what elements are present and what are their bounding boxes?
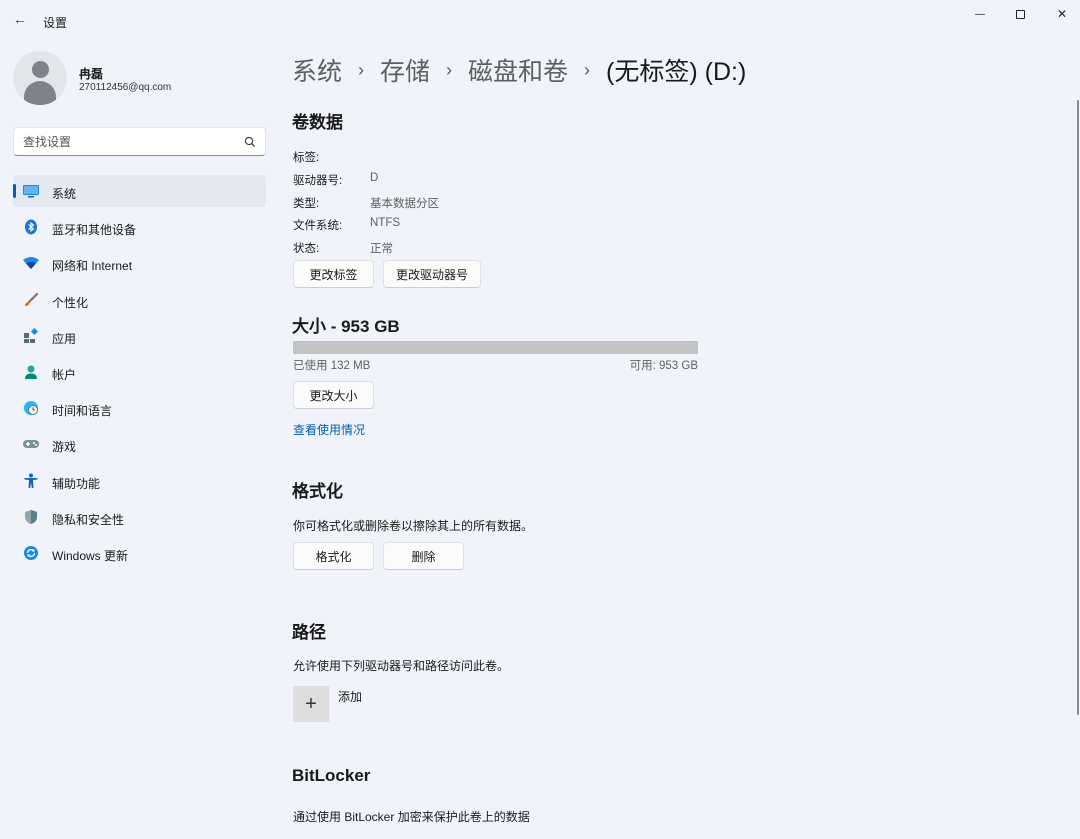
- back-button[interactable]: ←: [10, 9, 30, 29]
- breadcrumb: 系统 › 存储 › 磁盘和卷 › (无标签) (D:): [292, 52, 746, 88]
- used-space-text: 已使用 132 MB: [293, 360, 371, 372]
- close-button[interactable]: ✕: [1039, 4, 1080, 24]
- maximize-button[interactable]: [997, 4, 1043, 24]
- sidebar-item-label: 隐私和安全性: [52, 512, 125, 527]
- drive-letter-label: 驱动器号:: [293, 175, 343, 187]
- sidebar-item-label: 时间和语言: [52, 404, 113, 419]
- app-title: 设置: [43, 16, 68, 30]
- title-bar: ← 设置 — ✕: [0, 0, 1080, 40]
- resize-button[interactable]: 更改大小: [293, 381, 374, 409]
- minimize-icon: —: [975, 8, 985, 20]
- user-name: 冉磊: [79, 67, 104, 81]
- search-box[interactable]: [13, 127, 266, 156]
- user-email: 270112456@qq.com: [79, 82, 172, 93]
- bitlocker-heading: BitLocker: [292, 766, 371, 785]
- format-description: 你可格式化或删除卷以擦除其上的所有数据。: [293, 519, 534, 533]
- sidebar-item-label: 帐户: [52, 367, 77, 382]
- add-path-button[interactable]: +: [293, 686, 329, 722]
- breadcrumb-item-disks-volumes[interactable]: 磁盘和卷: [468, 52, 568, 88]
- sidebar-item-time-language[interactable]: 时间和语言: [13, 392, 266, 424]
- sidebar-item-label: 个性化: [52, 295, 89, 310]
- sidebar-item-label: 蓝牙和其他设备: [52, 223, 137, 238]
- format-heading: 格式化: [292, 482, 343, 501]
- sidebar-item-apps[interactable]: 应用: [13, 320, 266, 352]
- sidebar-item-label: Windows 更新: [52, 548, 129, 563]
- sidebar-item-label: 网络和 Internet: [52, 259, 133, 274]
- search-icon[interactable]: [243, 135, 257, 149]
- delete-button[interactable]: 删除: [383, 542, 464, 570]
- plus-icon: +: [305, 692, 317, 715]
- view-usage-link[interactable]: 查看使用情况: [293, 421, 365, 438]
- change-drive-letter-button[interactable]: 更改驱动器号: [383, 260, 481, 288]
- maximize-icon: [1015, 9, 1025, 19]
- bitlocker-description: 通过使用 BitLocker 加密来保护此卷上的数据: [293, 810, 530, 824]
- drive-letter-value: D: [370, 172, 379, 184]
- close-icon: ✕: [1056, 7, 1068, 21]
- sidebar-item-network[interactable]: 网络和 Internet: [13, 247, 266, 279]
- sidebar-item-label: 游戏: [52, 440, 77, 455]
- status-label: 状态:: [293, 243, 320, 255]
- gamepad-icon: [22, 436, 40, 452]
- breadcrumb-item-system[interactable]: 系统: [292, 52, 342, 88]
- update-icon: [22, 545, 40, 561]
- change-label-button[interactable]: 更改标签: [293, 260, 374, 288]
- bluetooth-icon: [22, 219, 40, 235]
- active-indicator: [13, 184, 16, 198]
- sidebar-item-personalization[interactable]: 个性化: [13, 284, 266, 316]
- monitor-icon: [22, 183, 40, 199]
- paths-heading: 路径: [292, 623, 326, 642]
- page-title: (无标签) (D:): [606, 58, 747, 86]
- breadcrumb-chevron-icon: ›: [584, 59, 591, 80]
- sidebar-item-accessibility[interactable]: 辅助功能: [13, 465, 266, 497]
- sidebar-item-label: 辅助功能: [52, 476, 101, 491]
- wifi-icon: [22, 255, 40, 271]
- size-heading: 大小 - 953 GB: [292, 317, 400, 336]
- sidebar-item-gaming[interactable]: 游戏: [13, 428, 266, 460]
- sidebar-item-privacy[interactable]: 隐私和安全性: [13, 501, 266, 533]
- person-icon: [22, 364, 40, 380]
- sidebar-item-bluetooth[interactable]: 蓝牙和其他设备: [13, 211, 266, 243]
- format-button[interactable]: 格式化: [293, 542, 374, 570]
- brush-icon: [22, 292, 40, 308]
- file-system-value: NTFS: [370, 217, 401, 229]
- accessibility-icon: [22, 473, 40, 489]
- avatar-head-shape: [32, 61, 49, 78]
- shield-icon: [22, 509, 40, 525]
- sidebar-item-label: 系统: [52, 187, 77, 201]
- file-system-label: 文件系统:: [293, 220, 343, 232]
- add-path-label[interactable]: 添加: [338, 688, 362, 705]
- avatar[interactable]: [13, 51, 67, 105]
- storage-usage-bar: [293, 341, 698, 354]
- breadcrumb-chevron-icon: ›: [446, 59, 453, 80]
- type-label: 类型:: [293, 198, 320, 210]
- apps-icon: [22, 327, 40, 344]
- sidebar-item-accounts[interactable]: 帐户: [13, 356, 266, 388]
- sidebar-item-windows-update[interactable]: Windows 更新: [13, 537, 266, 569]
- breadcrumb-chevron-icon: ›: [358, 59, 365, 80]
- label-field-label: 标签:: [293, 152, 320, 164]
- sidebar-nav: 系统 蓝牙和其他设备 网络和 Internet 个性化 应用 帐户 时间和语言 …: [13, 175, 266, 573]
- paths-description: 允许使用下列驱动器号和路径访问此卷。: [293, 659, 510, 673]
- type-value: 基本数据分区: [370, 198, 439, 210]
- sidebar-item-system[interactable]: 系统: [13, 175, 266, 207]
- search-input[interactable]: [23, 134, 233, 150]
- scrollbar[interactable]: [1077, 100, 1079, 715]
- status-value: 正常: [370, 243, 393, 255]
- sidebar-item-label: 应用: [52, 331, 77, 346]
- avatar-body-shape: [24, 81, 56, 105]
- free-space-text: 可用: 953 GB: [629, 360, 698, 372]
- breadcrumb-item-storage[interactable]: 存储: [380, 52, 430, 88]
- volume-data-heading: 卷数据: [292, 113, 343, 132]
- globe-clock-icon: [22, 400, 40, 416]
- back-arrow-icon: ←: [13, 11, 27, 27]
